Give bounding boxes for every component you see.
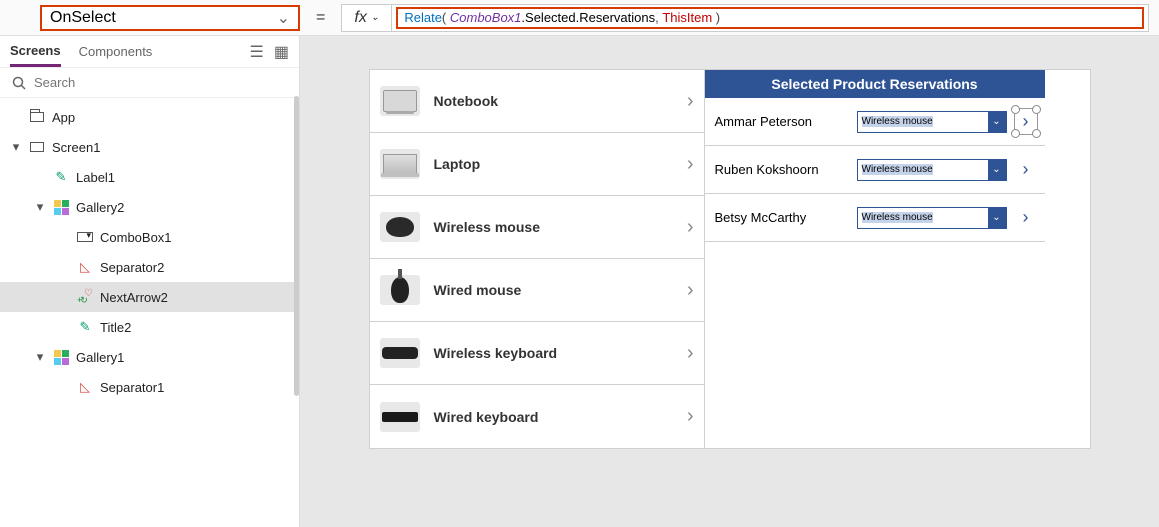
reservations-panel: Selected Product Reservations Ammar Pete… [705,70,1045,448]
tree-item-separator1[interactable]: ◺Separator1 [0,372,299,402]
chevron-right-icon[interactable]: › [687,279,694,302]
chevron-down-icon[interactable]: ⌄ [988,112,1006,132]
property-dropdown-value: OnSelect [50,9,116,27]
tree-item-label: ComboBox1 [100,230,172,245]
formula-input[interactable]: Relate( ComboBox1.Selected.Reservations,… [396,7,1144,29]
property-dropdown[interactable]: OnSelect ⌄ [40,5,300,31]
tree-item-separator2[interactable]: ◺Separator2 [0,252,299,282]
reservation-combobox[interactable]: Wireless mouse⌄ [857,111,1007,133]
product-row[interactable]: Wireless keyboard › [370,322,705,385]
tab-screens[interactable]: Screens [10,37,61,67]
expand-icon[interactable]: ▾ [34,199,46,215]
grid-view-icon[interactable]: ▦ [274,42,289,62]
search-icon [12,76,26,90]
expand-icon[interactable]: ▾ [34,349,46,365]
tree-item-label: Gallery1 [76,350,124,365]
sidebar-tools: ☰ ▦ [250,42,289,62]
tree-item-label: Title2 [100,320,131,335]
formula-bar-row: OnSelect ⌄ = fx ⌄ Relate( ComboBox1.Sele… [0,0,1159,36]
tree-item-label: Label1 [76,170,115,185]
fx-label[interactable]: fx ⌄ [342,5,392,31]
product-thumb [380,402,420,432]
product-thumb [380,275,420,305]
reservation-combobox[interactable]: Wireless mouse⌄ [857,159,1007,181]
reservation-row: Betsy McCarthy Wireless mouse⌄ › [705,194,1045,242]
product-row[interactable]: Wired keyboard › [370,385,705,448]
chevron-down-icon: ⌄ [371,12,379,23]
tree-sidebar: Screens Components ☰ ▦ App ▾ Screen1 ✎Label… [0,36,300,527]
next-arrow-icon[interactable]: › [1017,111,1035,132]
tree-item-label1[interactable]: ✎Label1 [0,162,299,192]
tree-item-gallery1[interactable]: ▾ Gallery1 [0,342,299,372]
tree-view: App ▾ Screen1 ✎Label1 ▾ Gallery2 ComboBox1 ◺Sep… [0,98,299,527]
tree-item-label: Screen1 [52,140,100,155]
product-name: Wireless keyboard [434,345,673,361]
sidebar-tabs: Screens Components ☰ ▦ [0,36,299,68]
product-thumb [380,212,420,242]
next-arrow-icon[interactable]: › [1017,159,1035,180]
product-name: Wired keyboard [434,409,673,425]
next-arrow-icon[interactable]: › [1017,207,1035,228]
chevron-right-icon[interactable]: › [687,216,694,239]
search-input[interactable] [34,75,287,90]
design-canvas: Notebook›Laptop›Wireless mouse›Wired mou… [300,36,1159,527]
reservation-row: Ruben Kokshoorn Wireless mouse⌄ › [705,146,1045,194]
tree-item-title2[interactable]: ✎Title2 [0,312,299,342]
tree-item-label: Separator1 [100,380,164,395]
product-name: Wireless mouse [434,219,673,235]
chevron-down-icon: ⌄ [277,8,290,28]
reservation-row: Ammar Peterson Wireless mouse⌄ › [705,98,1045,146]
product-name: Wired mouse [434,282,673,298]
reservations-header: Selected Product Reservations [705,70,1045,98]
combobox-value: Wireless mouse [858,164,988,175]
equals-sign: = [310,9,331,27]
reservation-combobox[interactable]: Wireless mouse⌄ [857,207,1007,229]
product-row[interactable]: Wireless mouse › [370,196,705,259]
product-name: Laptop [434,156,673,172]
product-row[interactable]: Notebook › [370,70,705,133]
tree-item-screen1[interactable]: ▾ Screen1 [0,132,299,162]
tree-item-label: Separator2 [100,260,164,275]
product-row[interactable]: Wired mouse › [370,259,705,322]
reservation-name: Betsy McCarthy [715,210,847,225]
chevron-right-icon[interactable]: › [687,342,694,365]
tree-item-label: Gallery2 [76,200,124,215]
tree-item-app[interactable]: App [0,102,299,132]
reservation-name: Ammar Peterson [715,114,847,129]
tree-item-gallery2[interactable]: ▾ Gallery2 [0,192,299,222]
reservations-gallery: Ammar PetersonWireless mouse⌄›Ruben Koks… [705,98,1045,242]
expand-icon[interactable]: ▾ [10,139,22,155]
combobox-value: Wireless mouse [858,116,988,127]
app-frame: Notebook›Laptop›Wireless mouse›Wired mou… [370,70,1090,448]
product-thumb [380,338,420,368]
tree-item-nextarrow2[interactable]: NextArrow2 [0,282,299,312]
main-area: Screens Components ☰ ▦ App ▾ Screen1 ✎Label… [0,36,1159,527]
products-gallery: Notebook›Laptop›Wireless mouse›Wired mou… [370,70,705,448]
reservation-name: Ruben Kokshoorn [715,162,847,177]
chevron-right-icon[interactable]: › [687,153,694,176]
chevron-down-icon[interactable]: ⌄ [988,208,1006,228]
tree-item-label: NextArrow2 [100,290,168,305]
product-row[interactable]: Laptop › [370,133,705,196]
chevron-right-icon[interactable]: › [687,90,694,113]
product-thumb [380,86,420,116]
product-thumb [380,149,420,179]
fx-text: fx [354,9,366,27]
search-row [0,68,299,98]
tree-item-combobox1[interactable]: ComboBox1 [0,222,299,252]
product-name: Notebook [434,93,673,109]
list-view-icon[interactable]: ☰ [250,42,264,62]
tab-components[interactable]: Components [79,38,153,65]
formula-bar: fx ⌄ Relate( ComboBox1.Selected.Reservat… [341,4,1149,32]
tree-item-label: App [52,110,75,125]
combobox-value: Wireless mouse [858,212,988,223]
chevron-down-icon[interactable]: ⌄ [988,160,1006,180]
chevron-right-icon[interactable]: › [687,405,694,428]
